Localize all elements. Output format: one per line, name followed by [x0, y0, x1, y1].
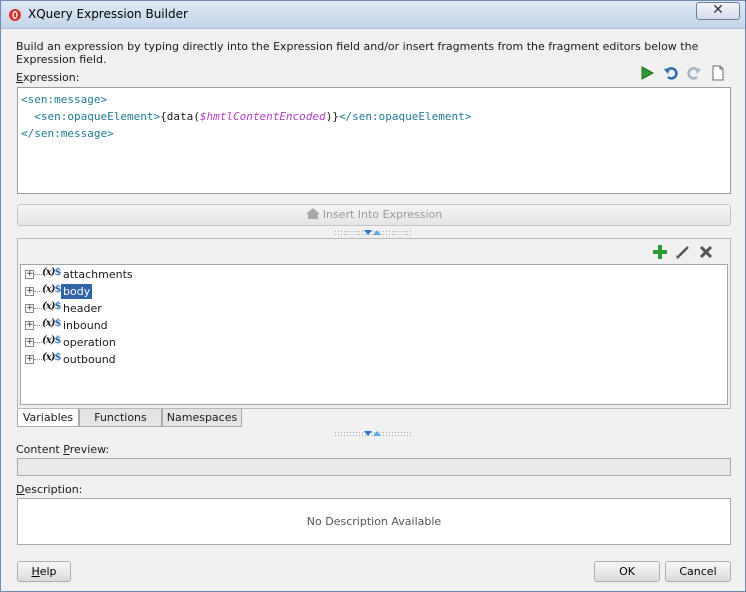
- title-bar: XQuery Expression Builder ✕: [1, 1, 745, 29]
- description-box: No Description Available: [17, 498, 731, 545]
- clear-icon[interactable]: [710, 65, 726, 81]
- tree-connector: [34, 359, 42, 360]
- tab-variables[interactable]: Variables: [17, 409, 79, 427]
- tree-connector: [34, 291, 42, 292]
- tree-item-label: body: [61, 284, 93, 299]
- expression-label: Expression:: [16, 71, 80, 84]
- expression-line-3: </sen:message>: [21, 127, 114, 140]
- home-icon: [305, 208, 320, 219]
- no-description-text: No Description Available: [306, 515, 442, 528]
- fragment-editor-panel: + (x)$ attachments + (x)$ body + (x)$ he…: [17, 238, 731, 409]
- collapse-up-icon: [373, 230, 381, 235]
- tree-connector: [34, 342, 42, 343]
- expand-icon[interactable]: +: [25, 321, 34, 330]
- expand-icon[interactable]: +: [25, 355, 34, 364]
- collapse-down-icon: [364, 230, 372, 235]
- add-icon[interactable]: [652, 244, 668, 260]
- app-icon: [9, 9, 21, 21]
- description-label: Description:: [16, 483, 83, 496]
- expand-icon[interactable]: +: [25, 304, 34, 313]
- content-preview-label: Content Preview:: [16, 443, 110, 456]
- insert-into-expression-button[interactable]: Insert Into Expression: [17, 204, 731, 226]
- variable-icon: (x)$: [42, 352, 61, 363]
- help-button[interactable]: Help: [17, 561, 71, 582]
- tree-item-label: header: [63, 302, 102, 315]
- close-button[interactable]: ✕: [696, 2, 740, 20]
- expand-icon[interactable]: +: [25, 270, 34, 279]
- collapse-up-icon: [373, 431, 381, 436]
- run-icon[interactable]: [639, 65, 655, 81]
- variable-icon: (x)$: [42, 267, 61, 278]
- fragment-toolbar: [652, 243, 722, 261]
- variable-icon: (x)$: [42, 301, 61, 312]
- tree-connector: [34, 308, 42, 309]
- edit-icon[interactable]: [675, 244, 691, 260]
- expand-icon[interactable]: +: [25, 287, 34, 296]
- intro-text: Build an expression by typing directly i…: [16, 40, 699, 66]
- tree-item-label: operation: [63, 336, 116, 349]
- tab-functions[interactable]: Functions: [79, 409, 162, 427]
- collapse-down-icon: [364, 431, 372, 436]
- expression-editor[interactable]: <sen:message> <sen:opaqueElement>{data($…: [17, 87, 731, 194]
- splitter-handle-top[interactable]: [334, 230, 412, 236]
- splitter-handle-bottom[interactable]: [334, 431, 412, 437]
- tab-namespaces[interactable]: Namespaces: [162, 409, 242, 427]
- content-preview-field: [17, 458, 731, 476]
- cancel-button[interactable]: Cancel: [665, 561, 731, 582]
- xquery-expression-builder-dialog: XQuery Expression Builder ✕ Build an exp…: [0, 0, 746, 592]
- variable-icon: (x)$: [42, 284, 61, 295]
- variables-tree[interactable]: + (x)$ attachments + (x)$ body + (x)$ he…: [20, 264, 728, 405]
- expression-line-1: <sen:message>: [21, 93, 108, 106]
- variable-icon: (x)$: [42, 335, 61, 346]
- tree-connector: [34, 325, 42, 326]
- expression-line-2: <sen:opaqueElement>{data($hmtlContentEnc…: [34, 110, 472, 123]
- tree-connector: [34, 274, 42, 275]
- tree-item-label: attachments: [63, 268, 133, 281]
- delete-icon[interactable]: [698, 244, 714, 260]
- window-title: XQuery Expression Builder: [28, 7, 188, 21]
- redo-icon[interactable]: [686, 65, 702, 81]
- expand-icon[interactable]: +: [25, 338, 34, 347]
- variable-icon: (x)$: [42, 318, 61, 329]
- ok-button[interactable]: OK: [594, 561, 660, 582]
- tree-item-label: inbound: [63, 319, 108, 332]
- tree-item-label: outbound: [63, 353, 116, 366]
- undo-icon[interactable]: [663, 65, 679, 81]
